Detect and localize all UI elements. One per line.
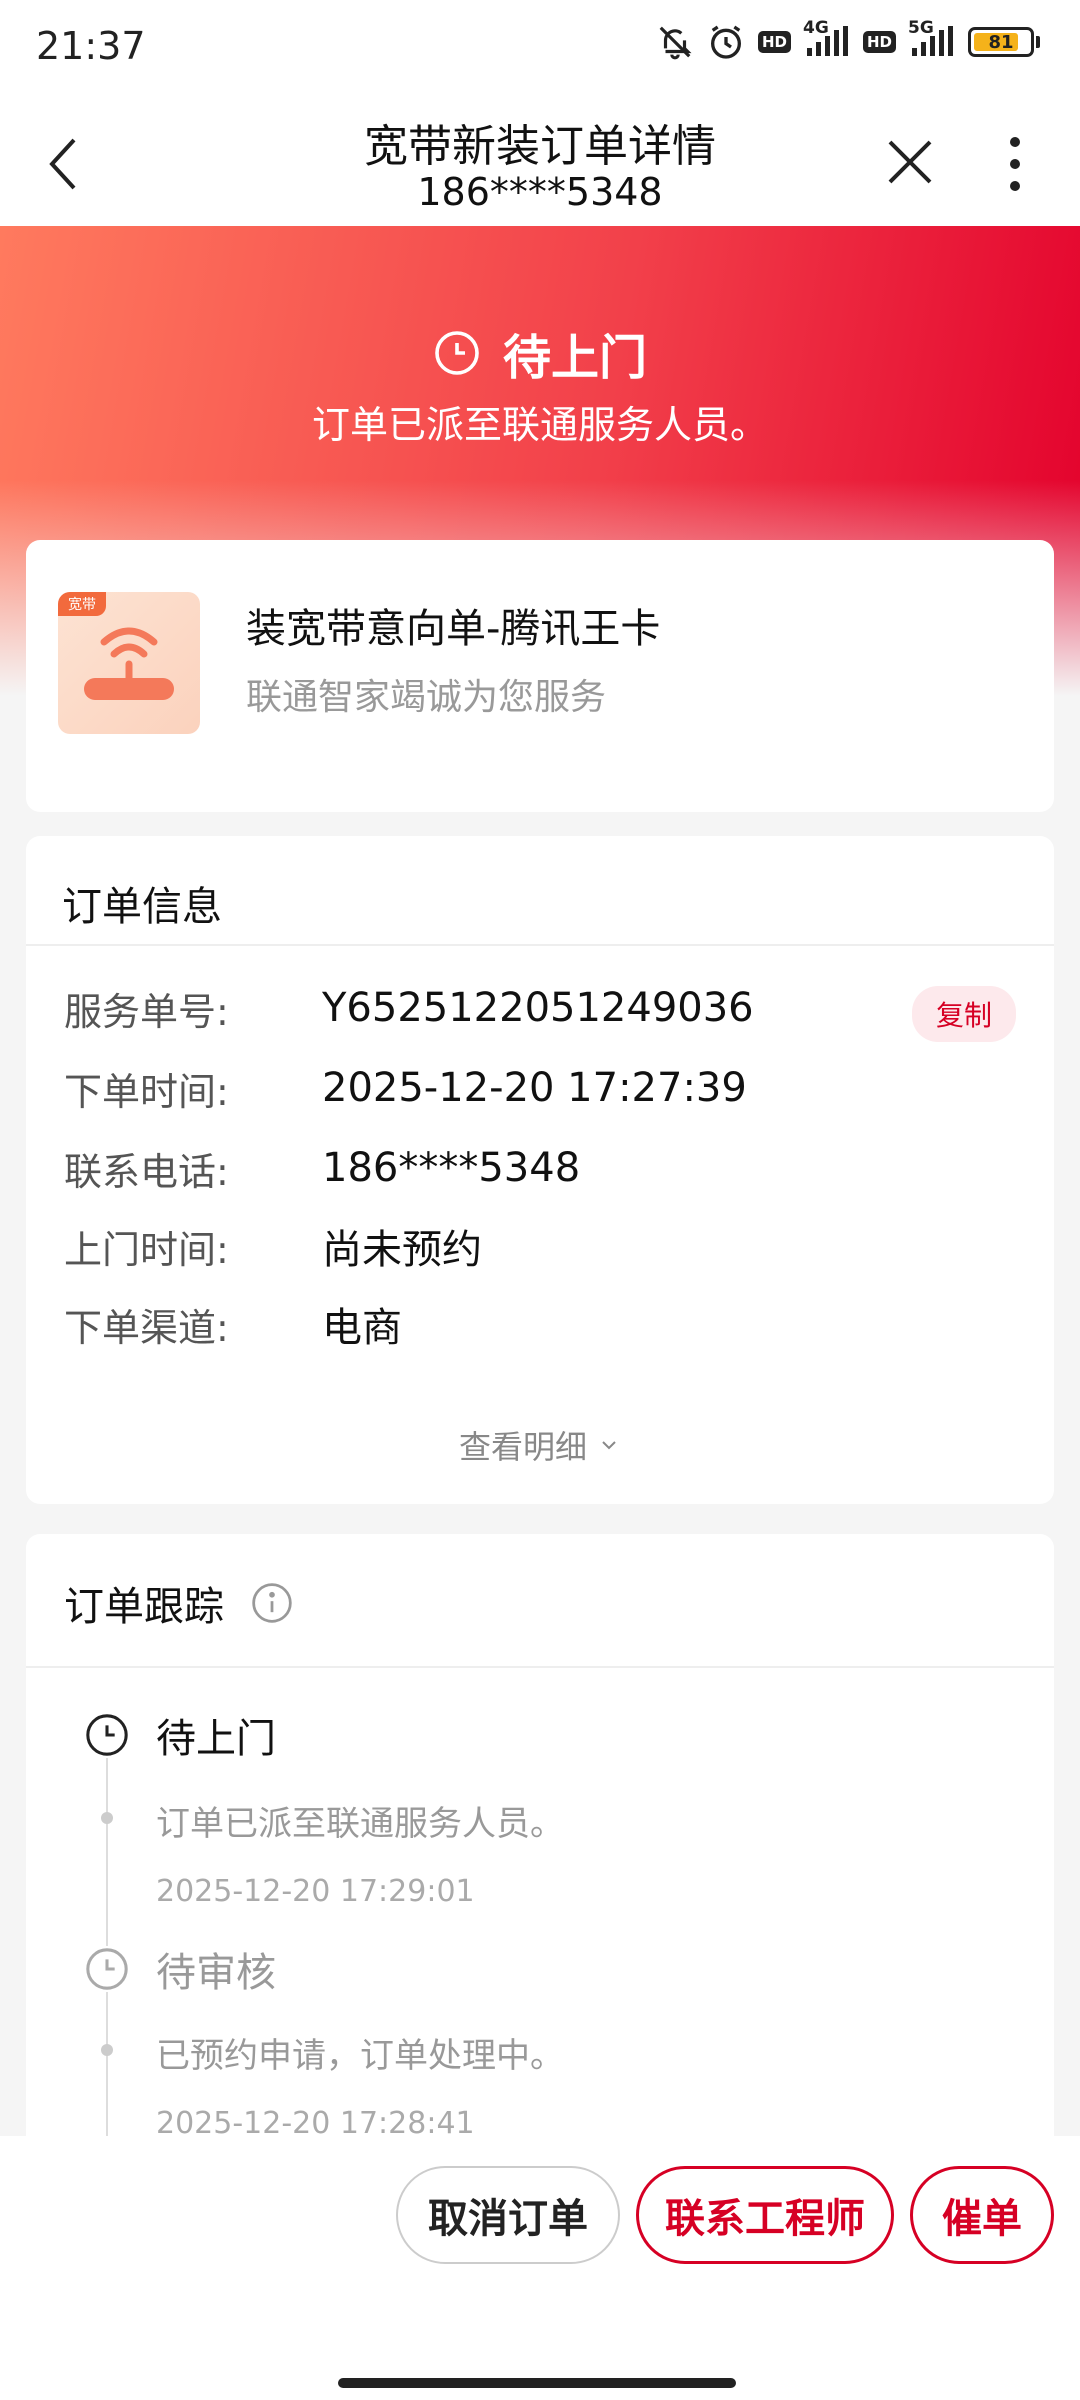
clock-icon — [435, 331, 479, 375]
timeline-status: 待上门 — [156, 1716, 276, 1762]
order-info-card: 订单信息 服务单号: Y6525122051249036 复制 下单时间: 20… — [26, 836, 1054, 1504]
signal-5g-icon: 5G — [908, 18, 956, 58]
hero-status: 待上门 — [0, 318, 1080, 388]
info-row-channel: 下单渠道: 电商 — [64, 1294, 1016, 1354]
timeline-description: 已预约申请，订单处理中。 — [156, 2036, 564, 2076]
home-indicator[interactable] — [338, 2378, 736, 2388]
chevron-down-icon — [602, 1441, 616, 1450]
info-label: 上门时间: — [64, 1227, 229, 1272]
broadband-router-image: 宽带 — [58, 592, 200, 734]
network-label-4g: 4G — [802, 18, 829, 38]
info-value: 尚未预约 — [322, 1227, 482, 1273]
info-row-order-time: 下单时间: 2025-12-20 17:27:39 — [64, 1058, 1016, 1118]
mute-bell-icon — [656, 23, 694, 61]
info-value: 电商 — [322, 1305, 402, 1351]
info-label: 下单渠道: — [64, 1305, 229, 1350]
close-icon — [888, 140, 932, 184]
copy-button[interactable]: 复制 — [911, 986, 1016, 1042]
cancel-order-button[interactable]: 取消订单 — [396, 2166, 620, 2264]
timeline-time: 2025-12-20 17:29:01 — [156, 1874, 475, 1909]
info-row-visit-time: 上门时间: 尚未预约 — [64, 1216, 1016, 1276]
info-label: 服务单号: — [64, 989, 229, 1034]
battery-cap — [1036, 36, 1040, 48]
see-more-button[interactable]: 查看明细 — [26, 1422, 1054, 1468]
timeline-dot — [101, 2044, 113, 2056]
see-more-label: 查看明细 — [458, 1428, 587, 1466]
battery-body: 81 — [968, 27, 1034, 57]
more-vertical-icon — [1010, 137, 1020, 191]
order-info-title: 订单信息 — [62, 884, 222, 930]
nav-bar: 宽带新装订单详情 186****5348 — [0, 96, 1080, 226]
clock-icon — [84, 1946, 130, 1992]
bottom-action-bar: 取消订单 联系工程师 催单 — [0, 2136, 1080, 2400]
info-row-service-number: 服务单号: Y6525122051249036 复制 — [64, 978, 1016, 1042]
tracking-title: 订单跟踪 — [64, 1584, 224, 1630]
timeline-dot — [101, 1812, 113, 1824]
battery-level-text: 81 — [988, 31, 1014, 53]
product-card[interactable]: 宽带 装宽带意向单-腾讯王卡 联通智家竭诚为您服务 — [26, 540, 1054, 812]
urge-order-button[interactable]: 催单 — [910, 2166, 1054, 2264]
product-description: 联通智家竭诚为您服务 — [246, 677, 607, 718]
info-value: 2025-12-20 17:27:39 — [322, 1065, 747, 1111]
hero-status-text: 待上门 — [502, 330, 647, 386]
info-row-phone: 联系电话: 186****5348 — [64, 1138, 1016, 1198]
info-label: 联系电话: — [64, 1149, 229, 1194]
signal-4g-icon: 4G — [803, 18, 851, 58]
timeline-description: 订单已派至联通服务人员。 — [156, 1804, 564, 1844]
divider — [26, 1666, 1054, 1668]
more-button[interactable] — [995, 132, 1035, 196]
clock-icon — [84, 1712, 130, 1758]
info-value: 186****5348 — [322, 1145, 581, 1191]
tracking-header: 订单跟踪 — [64, 1574, 294, 1632]
timeline-status: 待审核 — [156, 1950, 276, 1996]
product-name: 装宽带意向单-腾讯王卡 — [246, 606, 661, 652]
contact-engineer-button[interactable]: 联系工程师 — [636, 2166, 894, 2264]
status-icons: HD 4G HD 5G 81 — [656, 18, 1040, 62]
product-tag: 宽带 — [58, 592, 106, 616]
status-time: 21:37 — [36, 24, 146, 68]
info-label: 下单时间: — [64, 1069, 229, 1114]
hd-badge-1: HD — [757, 31, 791, 53]
hero-description: 订单已派至联通服务人员。 — [311, 403, 768, 447]
network-label-5g: 5G — [908, 18, 934, 38]
battery-icon: 81 — [968, 27, 1040, 57]
alarm-icon — [706, 22, 746, 62]
info-value: Y6525122051249036 — [322, 985, 754, 1031]
info-icon[interactable] — [250, 1581, 294, 1625]
status-bar: 21:37 HD 4G HD 5G 81 — [0, 0, 1080, 96]
divider — [26, 944, 1054, 946]
close-button[interactable] — [880, 132, 940, 192]
hd-badge-2: HD — [862, 31, 896, 53]
